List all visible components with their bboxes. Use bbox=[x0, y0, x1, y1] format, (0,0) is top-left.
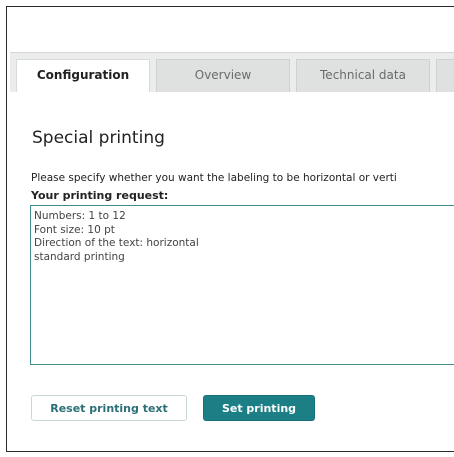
tab-panel: Special printing Please specify whether … bbox=[10, 92, 454, 438]
section-description: Please specify whether you want the labe… bbox=[31, 172, 397, 184]
set-printing-button[interactable]: Set printing bbox=[203, 395, 315, 421]
tab-overview[interactable]: Overview bbox=[156, 59, 290, 93]
printing-request-textarea[interactable]: Numbers: 1 to 12 Font size: 10 pt Direct… bbox=[30, 205, 454, 365]
tab-configuration[interactable]: Configuration bbox=[16, 59, 150, 95]
section-heading: Special printing bbox=[32, 128, 165, 148]
tab-more[interactable] bbox=[436, 59, 454, 93]
tab-bar: Configuration Overview Technical data bbox=[10, 52, 454, 95]
request-label: Your printing request: bbox=[31, 189, 169, 202]
reset-printing-text-button[interactable]: Reset printing text bbox=[31, 395, 187, 421]
tab-technical-data[interactable]: Technical data bbox=[296, 59, 430, 93]
